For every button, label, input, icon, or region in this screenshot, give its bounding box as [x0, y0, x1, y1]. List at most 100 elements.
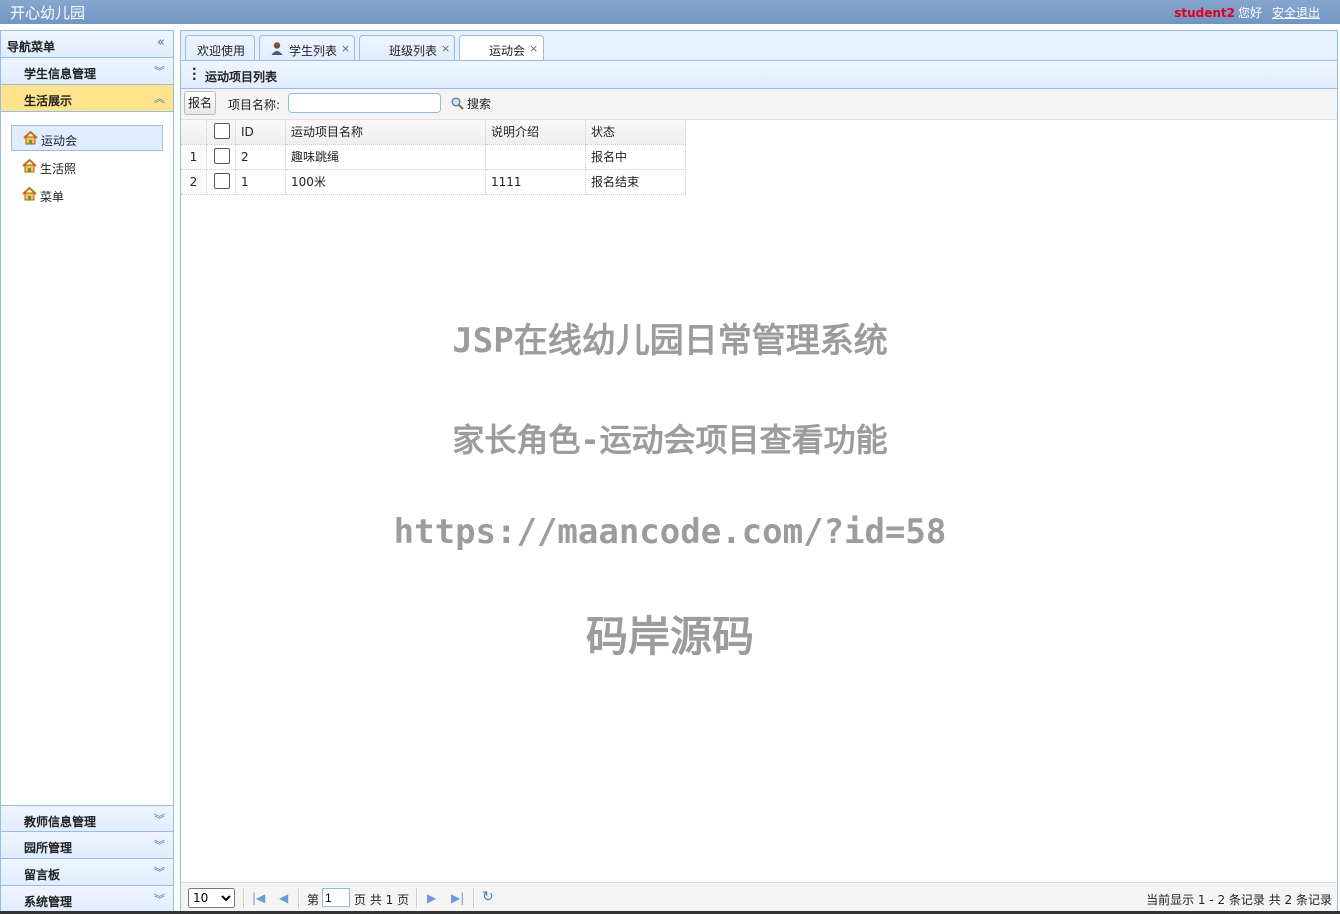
- tab-sports-meet[interactable]: 运动会 ×: [459, 35, 544, 62]
- tab-label: 运动会: [489, 44, 526, 58]
- menu-item-menu[interactable]: 菜单: [11, 182, 163, 208]
- chevron-down-icon: ︾: [154, 866, 165, 879]
- cell-id: 1: [236, 170, 286, 195]
- tab-student-list[interactable]: 学生列表 ×: [259, 35, 355, 61]
- watermark-line-3: https://maancode.com/?id=58: [393, 512, 947, 552]
- section-label: 留言板: [24, 868, 61, 882]
- row-number: 1: [181, 145, 207, 170]
- pager: 10 |◀ ◀ 第 页 共 1 页 ▶ ▶| ↻ 当前显示 1 - 2 条记录 …: [181, 882, 1337, 913]
- cell-status: 报名中: [586, 145, 686, 170]
- close-icon[interactable]: ×: [529, 42, 538, 55]
- tab-label: 班级列表: [389, 44, 438, 58]
- close-icon[interactable]: ×: [341, 42, 350, 55]
- menu-item-life-photos[interactable]: 生活照: [11, 154, 163, 180]
- page-prefix: 第: [307, 893, 320, 907]
- last-page-icon[interactable]: ▶|: [451, 891, 464, 905]
- project-name-input[interactable]: [288, 93, 441, 113]
- menu-item-sports-meet[interactable]: 运动会: [11, 125, 163, 151]
- search-label: 搜索: [467, 97, 492, 111]
- column-header-id[interactable]: ID: [236, 120, 286, 145]
- tab-welcome[interactable]: 欢迎使用: [185, 35, 255, 61]
- nav-title: 导航菜单: [7, 40, 56, 54]
- page-size-select[interactable]: 10: [188, 888, 235, 908]
- close-icon[interactable]: ×: [441, 42, 450, 55]
- chevron-down-icon: ︾: [154, 65, 165, 78]
- watermark-line-1: JSP在线幼儿园日常管理系统: [452, 321, 888, 361]
- column-header-status[interactable]: 状态: [586, 120, 686, 145]
- pager-divider: [243, 888, 245, 908]
- tab-bar: 欢迎使用 学生列表 × 班级列表 × 运动会 ×: [180, 30, 1338, 62]
- menu-item-label: 运动会: [41, 134, 78, 148]
- house-icon: [23, 131, 38, 145]
- row-checkbox-cell[interactable]: [207, 170, 236, 195]
- pager-divider: [298, 888, 300, 908]
- house-icon: [22, 187, 37, 201]
- cell-desc: 1111: [486, 170, 586, 195]
- kebab-icon: · · ·: [192, 62, 197, 86]
- chevron-down-icon: ︾: [154, 893, 165, 906]
- row-checkbox[interactable]: [214, 148, 230, 164]
- sidebar: 导航菜单 « 学生信息管理 ︾ 生活展示 ︽ 运动会 生活照 菜单 教师信息管理…: [0, 30, 174, 914]
- cell-desc: [486, 145, 586, 170]
- section-school-admin[interactable]: 园所管理 ︾: [1, 832, 173, 859]
- sidebar-bottom-sections: 教师信息管理 ︾ 园所管理 ︾ 留言板 ︾ 系统管理 ︾: [1, 805, 173, 913]
- panel-header: · · · 运动项目列表: [181, 61, 1337, 89]
- cell-name: 100米: [286, 170, 486, 195]
- nav-header: 导航菜单 «: [1, 31, 173, 58]
- panel-title: 运动项目列表: [205, 70, 278, 84]
- username: student2: [1174, 6, 1235, 20]
- section-life-display-body: 运动会 生活照 菜单: [1, 112, 173, 805]
- toolbar: 报名 项目名称: 搜索: [181, 89, 1337, 120]
- app-title: 开心幼儿园: [10, 4, 86, 22]
- pager-divider: [416, 888, 418, 908]
- project-name-label: 项目名称:: [228, 98, 281, 112]
- watermark-line-2: 家长角色-运动会项目查看功能: [452, 421, 888, 459]
- tab-label: 学生列表: [289, 44, 338, 58]
- tab-class-list[interactable]: 班级列表 ×: [359, 35, 455, 61]
- section-label: 学生信息管理: [24, 67, 97, 81]
- select-all-checkbox[interactable]: [214, 123, 230, 139]
- top-bar: 开心幼儿园 student2 您好 安全退出: [0, 0, 1340, 24]
- page-number-input[interactable]: [322, 888, 350, 907]
- pager-info: 当前显示 1 - 2 条记录 共 2 条记录: [1146, 893, 1332, 907]
- pager-divider: [473, 888, 475, 908]
- column-header-desc[interactable]: 说明介绍: [486, 120, 586, 145]
- section-system-admin[interactable]: 系统管理 ︾: [1, 886, 173, 913]
- search-button[interactable]: 搜索: [451, 95, 491, 112]
- chevron-down-icon: ︾: [154, 813, 165, 826]
- menu-item-label: 生活照: [40, 162, 77, 176]
- section-life-display[interactable]: 生活展示 ︽: [1, 85, 173, 112]
- section-student-info[interactable]: 学生信息管理 ︾: [1, 58, 173, 85]
- section-teacher-info[interactable]: 教师信息管理 ︾: [1, 805, 173, 832]
- section-label: 生活展示: [24, 94, 73, 108]
- rownum-header: [181, 120, 207, 145]
- greeting: 您好: [1237, 6, 1262, 20]
- next-page-icon[interactable]: ▶: [427, 891, 436, 905]
- student-icon: [271, 42, 283, 55]
- section-label: 教师信息管理: [24, 815, 97, 829]
- signup-button[interactable]: 报名: [184, 91, 216, 115]
- search-icon: [451, 97, 464, 110]
- prev-page-icon[interactable]: ◀: [279, 891, 288, 905]
- chevron-up-icon: ︽: [154, 92, 165, 105]
- section-message-board[interactable]: 留言板 ︾: [1, 859, 173, 886]
- menu-item-label: 菜单: [40, 190, 65, 204]
- main-panel: · · · 运动项目列表 报名 项目名称: 搜索 ID 运动项目名称 说明介绍 状态…: [180, 60, 1338, 914]
- cell-status: 报名结束: [586, 170, 686, 195]
- section-label: 系统管理: [24, 895, 73, 909]
- row-number: 2: [181, 170, 207, 195]
- house-icon: [22, 159, 37, 173]
- cell-name: 趣味跳绳: [286, 145, 486, 170]
- logout-link[interactable]: 安全退出: [1272, 6, 1320, 20]
- first-page-icon[interactable]: |◀: [252, 891, 265, 905]
- watermark-line-4: 码岸源码: [585, 612, 754, 661]
- column-header-name[interactable]: 运动项目名称: [286, 120, 486, 145]
- section-label: 园所管理: [24, 841, 73, 855]
- refresh-icon[interactable]: ↻: [482, 889, 494, 905]
- user-box: student2 您好 安全退出: [1174, 4, 1320, 21]
- row-checkbox-cell[interactable]: [207, 145, 236, 170]
- row-checkbox[interactable]: [214, 173, 230, 189]
- select-all-checkbox-cell[interactable]: [207, 120, 236, 145]
- chevron-down-icon: ︾: [154, 839, 165, 852]
- collapse-left-icon[interactable]: «: [157, 35, 165, 50]
